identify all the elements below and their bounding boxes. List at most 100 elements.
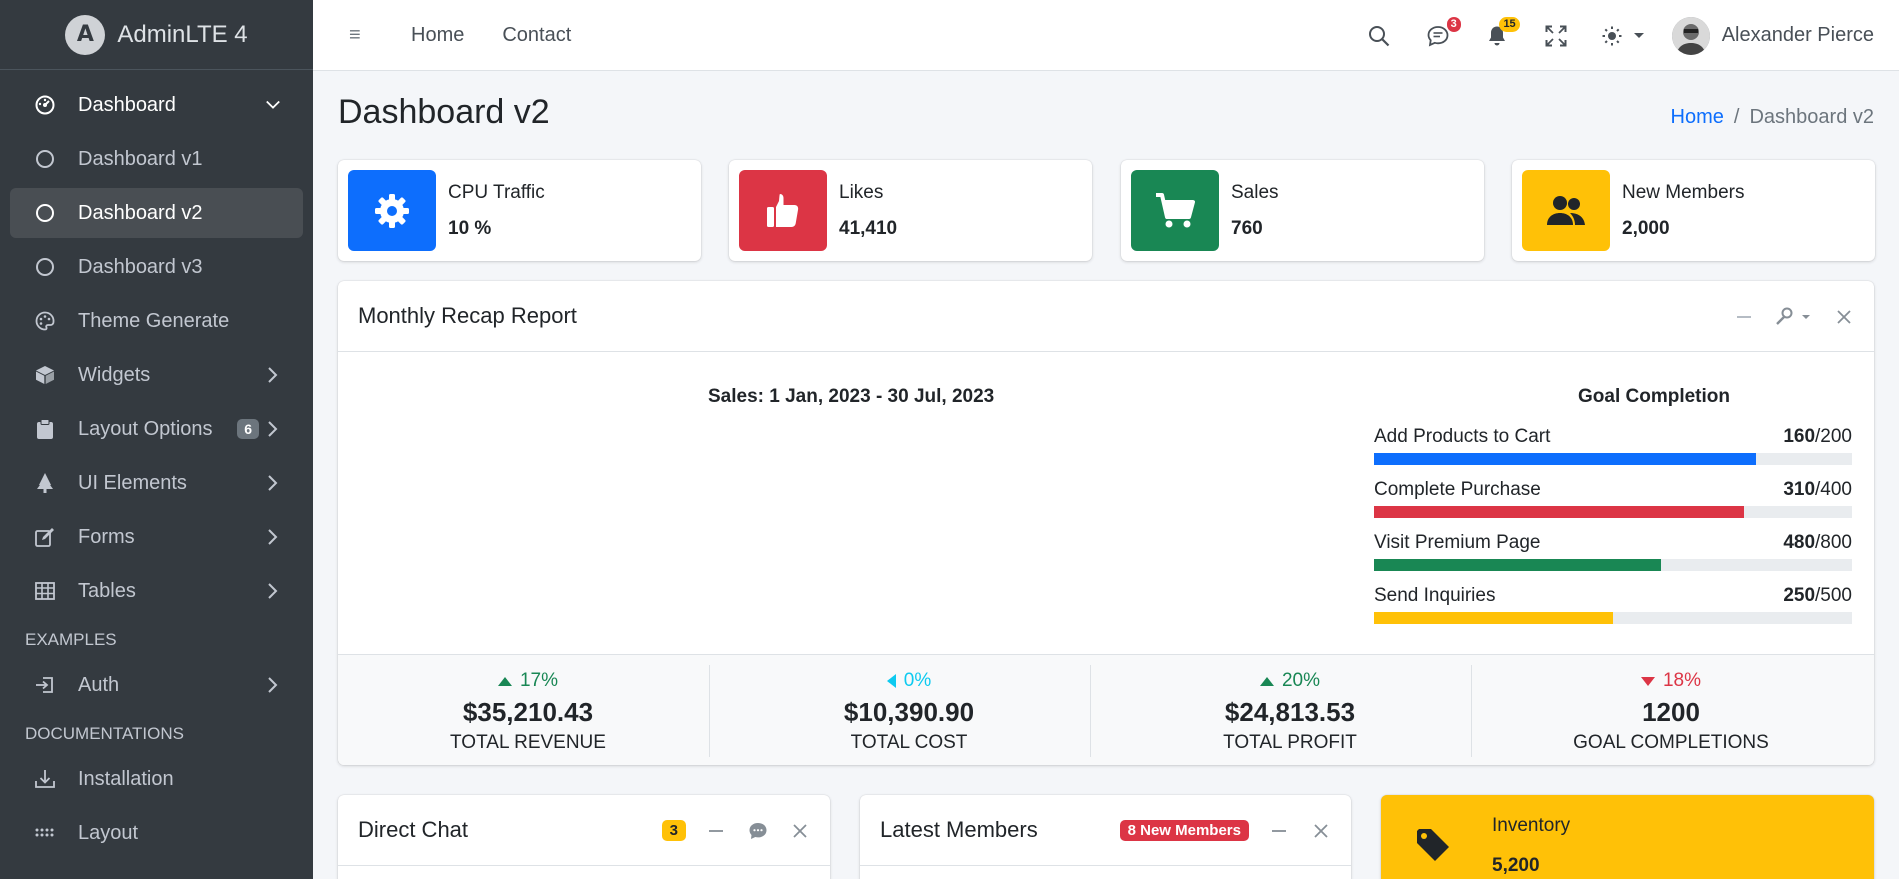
stat-total-cost: 0% $10,390.90 TOTAL COST — [719, 655, 1099, 766]
card-tools: 3 — [661, 795, 812, 866]
inventory-label: Inventory — [1492, 815, 1571, 836]
table-icon — [34, 580, 56, 602]
stat-percentage: 17% — [338, 669, 718, 693]
pencil-square-icon — [34, 526, 56, 548]
collapse-minus-icon[interactable] — [1267, 819, 1291, 843]
sidebar-item-auth[interactable]: Auth — [10, 660, 303, 710]
goal-label: Visit Premium Page — [1374, 532, 1541, 553]
sidebar-item-label: Forms — [78, 525, 135, 548]
sidebar-header-examples: EXAMPLES — [25, 630, 117, 649]
sidebar-item-dashboard-v3[interactable]: Dashboard v3 — [10, 242, 303, 292]
stat-goal-completions: 18% 1200 GOAL COMPLETIONS — [1481, 655, 1861, 766]
sidebar-item-installation[interactable]: Installation — [10, 754, 303, 804]
goal-label: Complete Purchase — [1374, 479, 1541, 500]
sidebar-item-layout[interactable]: Layout — [10, 808, 303, 858]
sidebar-item-tables[interactable]: Tables — [10, 566, 303, 616]
fullscreen-icon[interactable] — [1543, 23, 1569, 49]
sidebar-item-layout-options[interactable]: Layout Options 6 — [10, 404, 303, 454]
goal-done: 480 — [1783, 532, 1816, 553]
thumbs-up-icon — [739, 170, 827, 251]
caret-up-icon — [1259, 676, 1274, 686]
sidebar: A AdminLTE 4 Dashboard Dashboard v1 Dash… — [0, 0, 313, 879]
chevron-right-icon — [265, 583, 281, 599]
brand[interactable]: A AdminLTE 4 — [0, 0, 313, 70]
palette-icon — [34, 310, 56, 332]
goal-done: 160 — [1783, 426, 1816, 447]
close-icon[interactable] — [1309, 819, 1333, 843]
sidebar-item-dashboard-v2[interactable]: Dashboard v2 — [10, 188, 303, 238]
sidebar-item-label: Dashboard v2 — [78, 201, 203, 224]
info-box-cpu-traffic: CPU Traffic 10 % — [338, 160, 701, 261]
user-name: Alexander Pierce — [1721, 24, 1874, 46]
circle-icon — [34, 256, 56, 278]
goal-progress-fill — [1374, 453, 1757, 465]
user-menu[interactable]: Alexander Pierce — [1671, 16, 1874, 55]
theme-toggle-sun-icon[interactable] — [1602, 23, 1646, 49]
sidebar-item-label: Widgets — [78, 363, 151, 386]
goal-item: Send Inquiries 250/500 — [1374, 585, 1852, 624]
goal-total: /800 — [1815, 532, 1852, 553]
sidebar-item-label: Auth — [78, 673, 120, 696]
stat-amount: $10,390.90 — [843, 697, 975, 727]
top-navbar: ≡ Home Contact 3 15 Alexander Pierce — [313, 0, 1899, 71]
breadcrumb-current: Dashboard v2 — [1749, 106, 1874, 128]
chat-bubble-icon[interactable] — [746, 819, 770, 843]
card-tools — [1714, 281, 1856, 352]
info-box-label: CPU Traffic — [448, 181, 545, 203]
sidebar-item-theme-generate[interactable]: Theme Generate — [10, 296, 303, 346]
collapse-minus-icon[interactable] — [704, 819, 728, 843]
stat-label: TOTAL REVENUE — [450, 732, 606, 753]
goal-item: Visit Premium Page 480/800 — [1374, 532, 1852, 571]
sidebar-item-label: Installation — [78, 767, 174, 790]
direct-chat-card: Direct Chat 3 — [338, 795, 830, 879]
sidebar-item-label: Layout — [78, 821, 139, 844]
sidebar-item-dashboard-v1[interactable]: Dashboard v1 — [10, 134, 303, 184]
stat-percentage: 0% — [719, 669, 1099, 693]
goal-progress-fill — [1374, 559, 1661, 571]
grip-icon — [34, 822, 56, 844]
close-icon[interactable] — [1832, 305, 1856, 329]
search-icon[interactable] — [1366, 23, 1392, 49]
sidebar-item-dashboard[interactable]: Dashboard — [10, 80, 303, 130]
close-icon[interactable] — [788, 819, 812, 843]
topbar-link-contact[interactable]: Contact — [502, 24, 571, 47]
layout-options-badge: 6 — [237, 419, 259, 439]
collapse-minus-icon[interactable] — [1732, 305, 1756, 329]
sidebar-item-label: Theme Generate — [78, 309, 230, 332]
breadcrumb-home-link[interactable]: Home — [1671, 106, 1724, 128]
info-box-label: Sales — [1231, 181, 1279, 203]
wrench-dropdown-icon[interactable] — [1774, 305, 1814, 329]
goal-completion-title: Goal Completion — [1578, 386, 1730, 407]
breadcrumb: Home / Dashboard v2 — [1671, 106, 1874, 129]
goal-item: Complete Purchase 310/400 — [1374, 479, 1852, 518]
new-members-badge: 8 New Members — [1119, 820, 1249, 841]
notifications-bell-icon[interactable]: 15 — [1484, 16, 1520, 49]
goal-progress-bar — [1374, 453, 1852, 465]
card-title: Monthly Recap Report — [358, 303, 577, 328]
direct-chat-badge: 3 — [661, 820, 686, 841]
box-icon — [34, 364, 56, 386]
goal-label: Send Inquiries — [1374, 585, 1496, 606]
hamburger-menu-icon[interactable]: ≡ — [349, 24, 371, 47]
sidebar-item-widgets[interactable]: Widgets — [10, 350, 303, 400]
circle-icon — [34, 202, 56, 224]
tag-icon — [1415, 827, 1451, 868]
info-box-sales: Sales 760 — [1121, 160, 1484, 261]
brand-name: AdminLTE 4 — [117, 20, 248, 48]
topbar-right: 3 15 Alexander Pierce — [1366, 0, 1899, 71]
goal-label: Add Products to Cart — [1374, 426, 1551, 447]
topbar-link-home[interactable]: Home — [411, 24, 464, 47]
info-box-label: Likes — [839, 181, 884, 203]
stat-amount: $24,813.53 — [1224, 697, 1356, 727]
cart-icon — [1131, 170, 1219, 251]
stat-divider — [1471, 665, 1472, 757]
chevron-right-icon — [265, 677, 281, 693]
recap-footer: 17% $35,210.43 TOTAL REVENUE 0% $10,390.… — [338, 654, 1874, 765]
messages-icon[interactable]: 3 — [1425, 16, 1461, 49]
sidebar-item-forms[interactable]: Forms — [10, 512, 303, 562]
sidebar-item-ui-elements[interactable]: UI Elements — [10, 458, 303, 508]
goal-total: /400 — [1815, 479, 1852, 500]
stat-pct-text: 20% — [1281, 670, 1321, 691]
goal-total: /200 — [1815, 426, 1852, 447]
card-title: Latest Members — [880, 817, 1038, 842]
